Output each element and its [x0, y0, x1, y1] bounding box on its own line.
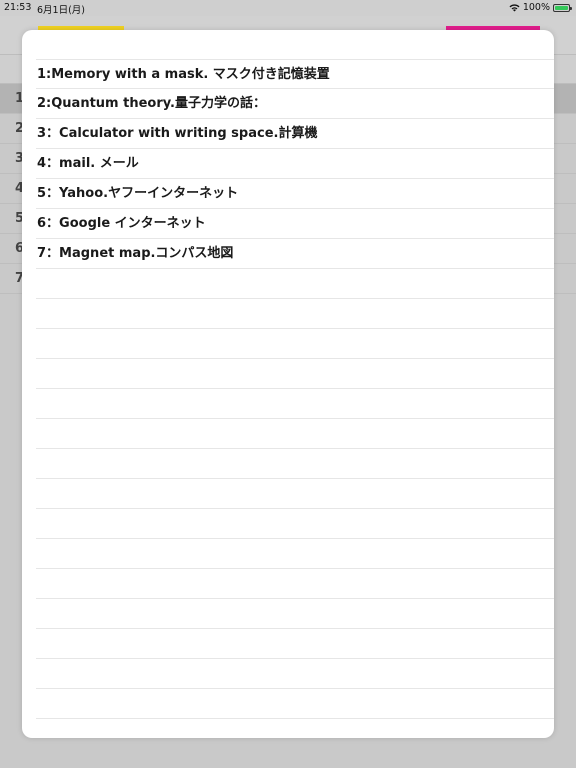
- empty-line[interactable]: [36, 329, 554, 359]
- list-item[interactable]: 6：Google インターネット: [36, 209, 554, 239]
- list-item[interactable]: 2:Quantum theory.量子力学の話：: [36, 89, 554, 119]
- empty-line[interactable]: [36, 599, 554, 629]
- empty-line[interactable]: [36, 269, 554, 299]
- battery-icon: [553, 3, 572, 12]
- list-item[interactable]: 7：Magnet map.コンパス地図: [36, 239, 554, 269]
- empty-line[interactable]: [36, 299, 554, 329]
- status-time: 21:53: [4, 2, 32, 13]
- empty-line[interactable]: [36, 389, 554, 419]
- empty-line[interactable]: [36, 539, 554, 569]
- battery-percentage: 100%: [522, 2, 550, 13]
- status-right-group: 100%: [509, 2, 572, 13]
- status-bar: 21:53 6月1日(月) 100%: [0, 0, 576, 16]
- app-list-sheet: 1:Memory with a mask. マスク付き記憶装置 2:Quantu…: [22, 30, 554, 738]
- empty-line[interactable]: [36, 569, 554, 599]
- empty-line[interactable]: [36, 479, 554, 509]
- empty-line[interactable]: [36, 629, 554, 659]
- wifi-icon: [509, 3, 520, 11]
- empty-line[interactable]: [36, 419, 554, 449]
- empty-line[interactable]: [36, 509, 554, 539]
- list-item[interactable]: 1:Memory with a mask. マスク付き記憶装置: [36, 59, 554, 89]
- list-item[interactable]: 3：Calculator with writing space.計算機: [36, 119, 554, 149]
- app-list: 1:Memory with a mask. マスク付き記憶装置 2:Quantu…: [36, 59, 554, 719]
- empty-line[interactable]: [36, 449, 554, 479]
- list-item[interactable]: 5：Yahoo.ヤフーインターネット: [36, 179, 554, 209]
- empty-line[interactable]: [36, 659, 554, 689]
- empty-line[interactable]: [36, 359, 554, 389]
- list-item[interactable]: 4：mail. メール: [36, 149, 554, 179]
- status-date: 6月1日(月): [37, 5, 86, 16]
- empty-line[interactable]: [36, 689, 554, 719]
